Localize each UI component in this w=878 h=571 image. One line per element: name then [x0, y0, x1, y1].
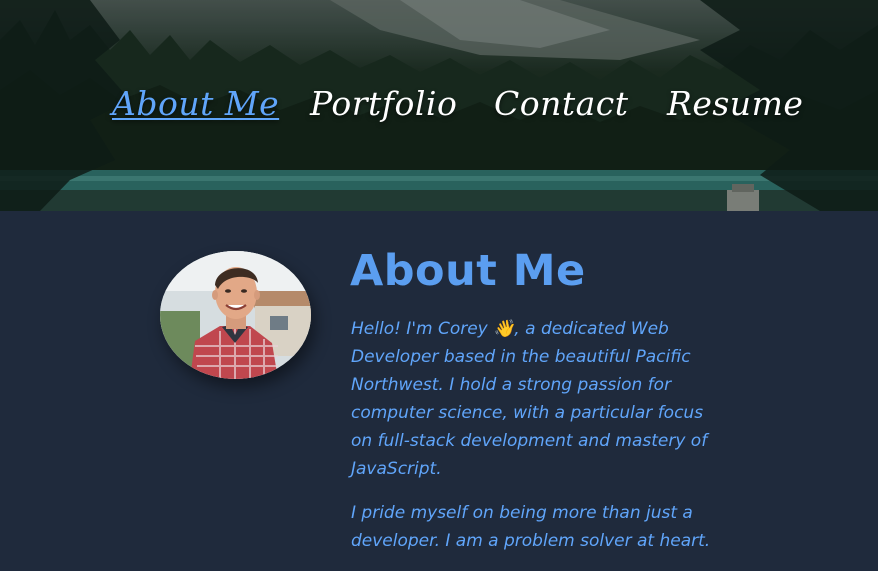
nav-link-contact[interactable]: Contact: [494, 76, 629, 132]
nav-link-portfolio[interactable]: Portfolio: [310, 76, 457, 132]
hero-banner: About Me Portfolio Contact Resume: [0, 0, 878, 211]
profile-photo-illustration: [160, 251, 311, 379]
main-navigation: About Me Portfolio Contact Resume: [0, 76, 878, 136]
nav-link-about-me[interactable]: About Me: [112, 76, 279, 132]
about-section: About Me Hello! I'm Corey 👋, a dedicated…: [0, 211, 878, 551]
bio-text: Hello! I'm Corey 👋, a dedicated Web Deve…: [351, 315, 716, 571]
bio-paragraph-second: I pride myself on being more than just a…: [351, 503, 711, 551]
page-title: About Me: [350, 246, 586, 296]
bio-paragraph-intro: Hello! I'm Corey 👋, a dedicated Web Deve…: [351, 319, 708, 479]
profile-photo: [160, 251, 311, 379]
nav-link-resume[interactable]: Resume: [667, 76, 803, 132]
